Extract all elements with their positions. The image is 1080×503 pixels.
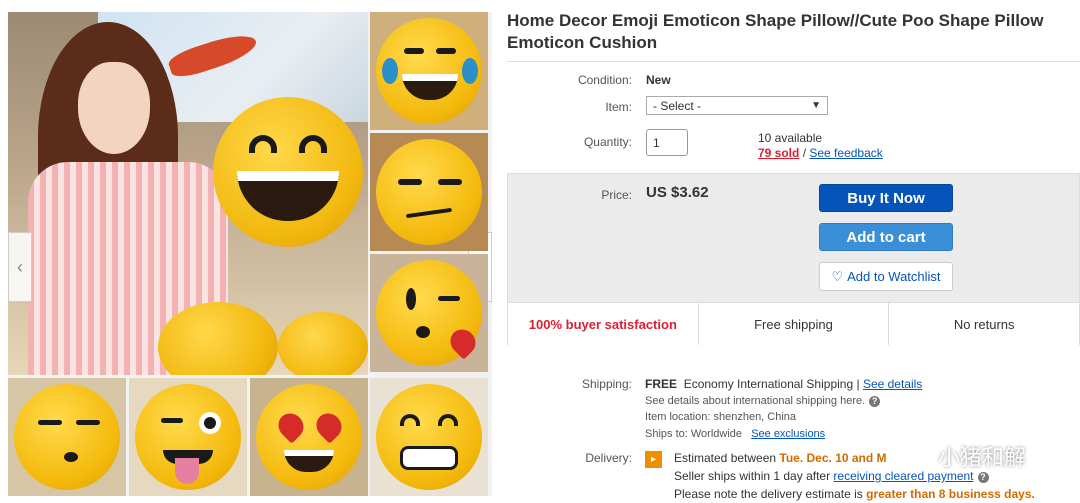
see-feedback-link[interactable]: See feedback	[809, 146, 882, 160]
delivery-flag-icon: ▸	[645, 451, 662, 468]
watermark: 小猪和解	[900, 440, 1026, 472]
sold-separator: /	[799, 146, 810, 160]
condition-value: New	[646, 73, 671, 87]
wechat-logo-icon	[900, 444, 930, 468]
price-value: US $3.62	[646, 184, 709, 201]
add-to-cart-button[interactable]: Add to cart	[819, 223, 953, 251]
item-select[interactable]: - Select - ▼	[646, 96, 828, 115]
chevron-left-icon: ‹	[17, 256, 23, 277]
add-to-watchlist-button[interactable]: ♡ Add to Watchlist	[819, 262, 953, 291]
pillow-mouth	[237, 171, 339, 221]
buy-it-now-button[interactable]: Buy It Now	[819, 184, 953, 212]
intl-note-text: See details about international shipping…	[645, 395, 866, 407]
delivery-estimate: Estimated between Tue. Dec. 10 and M	[674, 451, 887, 465]
sold-count-link[interactable]: 79 sold	[758, 146, 799, 160]
intl-shipping-note: See details about international shipping…	[645, 395, 881, 407]
ships-to: Ships to: Worldwide See exclusions	[645, 428, 825, 440]
shipping-line: FREE Economy International Shipping | Se…	[645, 377, 923, 391]
main-product-image[interactable]	[8, 12, 368, 375]
thumbnail-kiss[interactable]	[8, 378, 126, 496]
available-count: 10 available	[758, 131, 823, 145]
item-select-value: - Select -	[653, 98, 702, 113]
thumbnail-grimace[interactable]	[370, 378, 488, 496]
thumbnail-smirk[interactable]	[370, 133, 488, 251]
emoji-pillow-grin	[213, 97, 363, 247]
price-label: Price:	[601, 188, 632, 202]
shipping-label: Shipping:	[581, 377, 632, 391]
thumbnail-kiss-wink[interactable]	[370, 254, 488, 372]
heart-outline-icon: ♡	[831, 268, 844, 284]
badge-free-shipping: Free shipping	[698, 302, 890, 345]
badge-no-returns: No returns	[889, 302, 1080, 345]
shipping-method: Economy International Shipping	[683, 377, 854, 391]
thumbnail-tongue-wink[interactable]	[129, 378, 247, 496]
see-exclusions-link[interactable]: See exclusions	[751, 428, 825, 440]
shipping-details-link[interactable]: See details	[863, 377, 922, 391]
delivery-label: Delivery:	[585, 451, 632, 465]
delivery-note-emphasis: greater than 8 business days.	[866, 487, 1035, 501]
delivery-dates: Tue. Dec. 10 and M	[779, 451, 887, 465]
delivery-note: Please note the delivery estimate is gre…	[674, 487, 1035, 501]
pillow-eye	[299, 135, 327, 153]
ships-to-text: Ships to: Worldwide	[645, 428, 743, 440]
gallery-prev-button[interactable]: ‹	[8, 232, 32, 302]
dropdown-arrow-icon: ▼	[811, 100, 821, 111]
question-circle-icon[interactable]: ?	[977, 472, 989, 483]
delivery-note-text: Please note the delivery estimate is	[674, 487, 867, 501]
thumbnail-heart-eyes[interactable]	[250, 378, 368, 496]
pillow-eye	[249, 135, 277, 153]
item-label: Item:	[605, 100, 632, 114]
title-divider	[507, 61, 1080, 62]
seller-ships-text: Seller ships within 1 day after	[674, 469, 834, 483]
quantity-input[interactable]: 1	[646, 129, 688, 156]
image-gallery: ‹ ›	[8, 12, 492, 496]
buy-box: Price: US $3.62 Buy It Now Add to cart ♡…	[507, 173, 1080, 345]
watermark-text: 小猪和解	[938, 445, 1027, 470]
watchlist-label: Add to Watchlist	[847, 269, 941, 284]
model-face	[78, 62, 150, 154]
badge-buyer-satisfaction: 100% buyer satisfaction	[508, 302, 699, 345]
trust-badges: 100% buyer satisfaction Free shipping No…	[508, 302, 1080, 345]
quantity-label: Quantity:	[583, 135, 632, 149]
question-circle-icon[interactable]: ?	[869, 396, 881, 407]
thumbnail-tears-of-joy[interactable]	[370, 12, 488, 130]
sold-info: 79 sold / See feedback	[758, 146, 883, 160]
item-location: Item location: shenzhen, China	[645, 411, 797, 423]
estimated-label: Estimated between	[674, 451, 780, 465]
listing-title: Home Decor Emoji Emoticon Shape Pillow//…	[507, 11, 1044, 52]
condition-label: Condition:	[577, 73, 632, 87]
emoji-pillow-lower-right	[278, 312, 368, 375]
shipping-free: FREE	[645, 377, 678, 391]
